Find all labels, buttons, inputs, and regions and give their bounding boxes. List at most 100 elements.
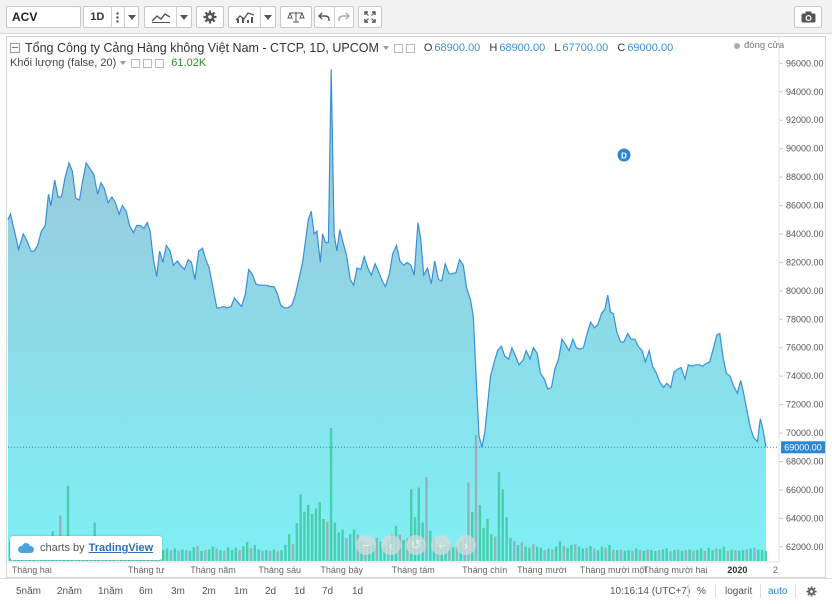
close-value: 69000.00 — [627, 42, 674, 54]
volume-bar — [741, 550, 745, 561]
volume-bar — [295, 523, 298, 561]
bottom-toolbar: 5năm 2năm 1năm 6m 3m 2m 1m 2d 1d 7d 1d 1… — [0, 578, 832, 604]
watermark-brand-link[interactable]: TradingView — [89, 542, 154, 554]
volume-bar — [692, 550, 695, 561]
volume-bar — [650, 550, 653, 561]
volume-bar — [604, 547, 607, 561]
scroll-right-icon[interactable]: › — [456, 535, 476, 555]
volume-bar — [699, 548, 703, 561]
range-7d-button[interactable]: 7d — [322, 586, 333, 597]
range-1d-button[interactable]: 1d — [294, 586, 305, 597]
low-label: L — [554, 42, 561, 54]
volume-bar — [230, 550, 234, 561]
volume-bar — [665, 548, 668, 561]
range-1m-button[interactable]: 1m — [234, 586, 248, 597]
volume-bar — [551, 549, 554, 562]
clock-timezone[interactable]: 10:16:14 (UTC+7) — [610, 586, 690, 597]
volume-bar — [722, 546, 726, 561]
price-tick-label: 72000.00 — [786, 400, 824, 410]
volume-bar — [310, 513, 314, 562]
time-tick-label: Tháng mười một — [580, 565, 647, 575]
time-tick-label: Tháng tư — [128, 565, 165, 575]
volume-bar — [745, 549, 748, 562]
volume-bar — [577, 546, 581, 561]
range-2m-button[interactable]: 2m — [202, 586, 216, 597]
time-tick-label: Tháng mười hai — [643, 565, 707, 575]
volume-bar — [188, 550, 192, 561]
market-status-label: đóng cửa — [744, 40, 785, 51]
time-tick-label: Tháng mười — [517, 565, 566, 575]
volume-bar — [642, 550, 646, 561]
volume-bar — [513, 541, 516, 561]
volume-bar — [635, 548, 638, 561]
volume-bar — [703, 550, 707, 561]
low-value: 67700.00 — [562, 42, 609, 54]
tradingview-cloud-icon — [18, 543, 34, 553]
volume-bar — [730, 549, 733, 562]
volume-bar — [661, 549, 665, 562]
volume-bar — [341, 529, 344, 561]
range-2y-button[interactable]: 2năm — [57, 586, 82, 597]
range-5y-button[interactable]: 5năm — [16, 586, 41, 597]
zoom-out-icon[interactable]: − — [356, 535, 376, 555]
volume-bar — [509, 537, 512, 561]
price-axis[interactable]: 62000.00 64000.00 66000.00 68000.00 70000.00… — [779, 58, 824, 552]
volume-legend-label: Khối lượng (false, 20) — [10, 57, 117, 69]
watermark-prefix: charts by — [40, 542, 85, 554]
price-tick-label: 70000.00 — [786, 428, 824, 438]
volume-bar — [482, 527, 485, 562]
price-tick-label: 74000.00 — [786, 371, 824, 381]
volume-menu-caret-icon[interactable] — [120, 61, 127, 65]
range-1y-button[interactable]: 1năm — [98, 586, 123, 597]
price-tick-label: 94000.00 — [786, 87, 824, 97]
range-3m-button[interactable]: 3m — [171, 586, 185, 597]
volume-bar — [268, 550, 272, 561]
divider — [715, 584, 716, 598]
collapse-legend-icon[interactable] — [10, 43, 20, 53]
volume-bar — [291, 544, 295, 561]
time-axis[interactable]: Tháng hai Tháng tư Tháng năm Tháng sáu Tháng… — [12, 565, 778, 575]
series-menu-caret-icon[interactable] — [382, 46, 389, 50]
reset-view-icon[interactable]: ↺ — [406, 535, 426, 555]
divider — [688, 584, 689, 598]
volume-bar — [276, 551, 279, 561]
series-settings-icon[interactable] — [393, 43, 403, 53]
time-tick-label: Tháng chín — [462, 565, 507, 575]
price-chart[interactable]: 62000.00 64000.00 66000.00 68000.00 70000.00… — [0, 0, 832, 578]
volume-bar — [211, 546, 215, 561]
volume-bar — [261, 550, 264, 561]
volume-remove-icon[interactable] — [155, 58, 165, 68]
range-6m-button[interactable]: 6m — [139, 586, 153, 597]
auto-scale-toggle[interactable]: auto — [768, 586, 787, 597]
time-tick-label: Tháng sáu — [258, 565, 301, 575]
range-1d-intraday-button[interactable]: 1d — [352, 586, 363, 597]
volume-settings-icon[interactable] — [131, 58, 141, 68]
market-closed-dot-icon — [734, 42, 740, 49]
volume-bar — [329, 428, 333, 561]
volume-bar — [165, 548, 169, 561]
log-scale-toggle[interactable]: logarit — [725, 586, 752, 597]
volume-bar — [528, 547, 531, 561]
volume-hide-icon[interactable] — [143, 58, 153, 68]
scale-settings-gear-icon[interactable] — [806, 586, 817, 600]
range-2d-button[interactable]: 2d — [265, 586, 276, 597]
dividend-event-marker[interactable]: D — [617, 148, 631, 162]
series-hide-icon[interactable] — [405, 43, 415, 53]
percent-scale-toggle[interactable]: % — [697, 586, 706, 597]
volume-bar — [726, 550, 729, 561]
zoom-in-icon[interactable]: + — [431, 535, 451, 555]
volume-bar — [505, 517, 508, 562]
high-label: H — [489, 42, 498, 54]
last-price-label: 69000.00 — [781, 441, 825, 454]
volume-bar — [734, 550, 737, 561]
volume-bar — [753, 547, 756, 561]
volume-bar — [177, 550, 180, 561]
volume-bar — [234, 547, 237, 561]
volume-bar — [169, 550, 173, 561]
volume-bar — [520, 542, 523, 562]
scroll-left-icon[interactable]: ‹ — [381, 535, 401, 555]
volume-bar — [764, 550, 768, 561]
time-tick-label: Tháng hai — [12, 565, 52, 575]
tradingview-watermark[interactable]: charts by TradingView — [10, 536, 162, 560]
volume-bar — [246, 542, 249, 561]
